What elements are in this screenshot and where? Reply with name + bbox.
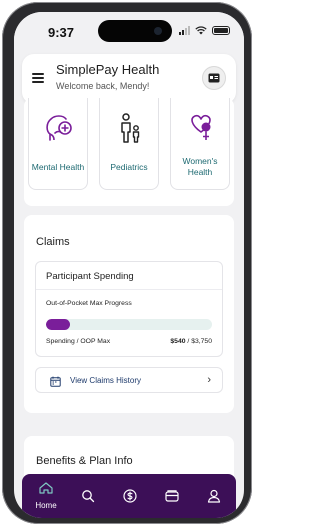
oop-progress-label: Out-of-Pocket Max Progress: [46, 300, 132, 307]
chevron-right-icon: ›: [207, 374, 211, 386]
oop-progress-fill: [46, 319, 70, 330]
camera-icon: [154, 27, 162, 35]
spending-value: $540 / $3,750: [170, 338, 212, 345]
service-tile-womens-health[interactable]: Women's Health: [170, 98, 230, 190]
head-plus-icon: [46, 115, 72, 141]
spent-amount: $540: [170, 338, 186, 345]
search-icon: [82, 490, 95, 503]
service-tile-pediatrics[interactable]: Pediatrics: [99, 98, 159, 190]
view-claims-history-label: View Claims History: [70, 376, 141, 385]
participant-spending-title: Participant Spending: [46, 271, 134, 282]
welcome-message: Welcome back, Mendy!: [56, 81, 150, 91]
services-section: Mental Health Pediatrics Women's Health: [24, 98, 234, 206]
id-card-icon: [208, 73, 220, 83]
calendar-icon: [50, 376, 61, 387]
wifi-icon: [195, 26, 207, 35]
oop-progress-bar: [46, 319, 212, 330]
tab-search[interactable]: [68, 474, 108, 518]
tab-home-label: Home: [35, 501, 57, 510]
home-icon: [39, 482, 53, 494]
claims-title: Claims: [36, 236, 70, 248]
parent-child-icon: [121, 113, 140, 143]
app-title: SimplePay Health: [56, 62, 160, 77]
status-bar: 9:37: [14, 12, 244, 50]
service-label: Women's: [182, 156, 218, 166]
dollar-icon: [123, 489, 137, 503]
system-icons: [179, 26, 230, 35]
app-screen: 9:37 SimplePay Health Welcome back, Mend…: [14, 12, 244, 518]
female-heart-icon: [191, 114, 211, 140]
benefits-title: Benefits & Plan Info: [36, 455, 133, 467]
participant-spending-card: Participant Spending Out-of-Pocket Max P…: [35, 261, 223, 357]
claims-section: Claims Participant Spending Out-of-Pocke…: [24, 215, 234, 413]
tab-wallet[interactable]: [152, 474, 192, 518]
app-header: SimplePay Health Welcome back, Mendy!: [22, 54, 236, 104]
service-label: Health: [187, 167, 213, 177]
battery-icon: [212, 26, 230, 35]
id-card-button[interactable]: [202, 66, 226, 90]
divider: [36, 289, 222, 290]
spending-label: Spending / OOP Max: [46, 338, 111, 345]
profile-icon: [207, 489, 221, 503]
bottom-tab-bar: Home: [22, 474, 236, 518]
menu-icon[interactable]: [32, 73, 44, 83]
dynamic-island: [98, 20, 172, 42]
tab-home[interactable]: Home: [26, 474, 66, 518]
tab-profile[interactable]: [194, 474, 234, 518]
signal-icon: [179, 26, 190, 35]
service-label: Pediatrics: [110, 162, 148, 172]
tab-payments[interactable]: [110, 474, 150, 518]
phone-frame: 9:37 SimplePay Health Welcome back, Mend…: [2, 2, 252, 524]
service-label: Mental Health: [31, 162, 85, 172]
view-claims-history-button[interactable]: View Claims History ›: [35, 367, 223, 393]
wallet-icon: [165, 490, 179, 502]
service-tile-mental-health[interactable]: Mental Health: [28, 98, 88, 190]
status-time: 9:37: [48, 25, 75, 40]
oop-max-amount: $3,750: [191, 338, 212, 345]
